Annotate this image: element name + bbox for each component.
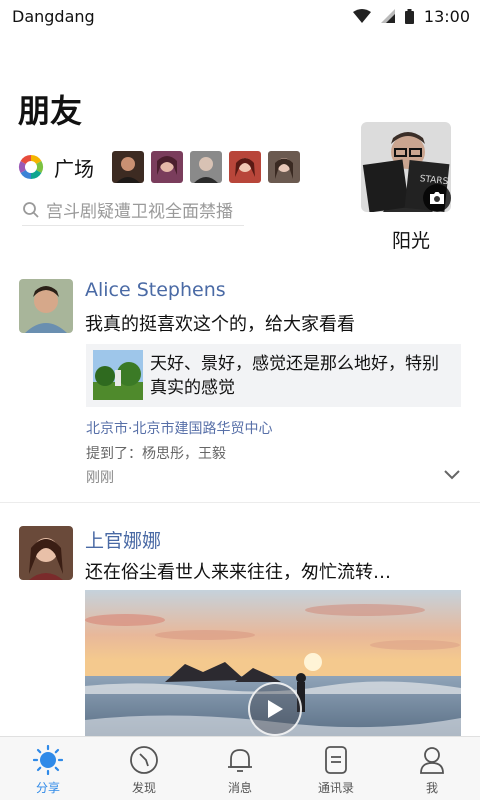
chevron-down-icon[interactable] [443, 467, 461, 481]
wifi-icon [352, 9, 371, 23]
profile-name: 阳光 [391, 230, 430, 252]
tab-me[interactable]: 我 [384, 737, 480, 800]
tab-label: 我 [425, 781, 438, 795]
tab-label: 消息 [227, 781, 252, 795]
link-card[interactable]: 天好、景好，感觉还是那么地好，特别真实的感觉 [86, 344, 461, 407]
video-thumbnail[interactable] [85, 590, 461, 736]
friend-avatar[interactable] [112, 151, 144, 183]
post-avatar[interactable] [19, 279, 73, 333]
play-icon [268, 700, 283, 718]
square-row[interactable]: 广场 [18, 150, 300, 184]
compass-icon [130, 746, 158, 774]
carrier-name: Dangdang [12, 6, 95, 26]
tab-label: 通讯录 [317, 781, 354, 795]
square-label: 广场 [54, 156, 94, 181]
friend-avatars [112, 151, 300, 183]
sun-icon [33, 745, 63, 775]
post-author[interactable]: 上官娜娜 [85, 526, 161, 553]
clock-time: 13:00 [423, 6, 470, 26]
friend-avatar[interactable] [190, 151, 222, 183]
mention-text: 提到了：杨思彤，王毅 [86, 446, 226, 462]
post-time: 刚刚 [86, 470, 114, 486]
profile-photo[interactable]: STARS [361, 122, 451, 212]
bottom-tab-bar: 分享 发现 消息 通讯录 我 [0, 736, 480, 800]
search-input[interactable]: 宫斗剧疑遭卫视全面禁播 [22, 194, 244, 226]
tab-label: 发现 [131, 781, 156, 795]
friend-avatar[interactable] [229, 151, 261, 183]
square-logo-icon [18, 155, 44, 179]
tab-label: 分享 [35, 781, 60, 795]
signal-icon [380, 9, 395, 23]
post-text: 我真的挺喜欢这个的，给大家看看 [85, 314, 355, 335]
search-placeholder: 宫斗剧疑遭卫视全面禁播 [46, 202, 233, 222]
camera-button[interactable] [423, 184, 451, 212]
page-title: 朋友 [18, 92, 83, 130]
post-text: 还在俗尘看世人来来往往，匆忙流转… [85, 562, 391, 583]
tab-share[interactable]: 分享 [0, 737, 96, 800]
friend-avatar[interactable] [268, 151, 300, 183]
bell-icon [228, 749, 252, 772]
link-thumbnail [93, 350, 143, 400]
camera-icon [430, 192, 444, 204]
friend-avatar[interactable] [151, 151, 183, 183]
post-author[interactable]: Alice Stephens [85, 279, 226, 301]
divider [0, 502, 480, 503]
tab-discover[interactable]: 发现 [96, 737, 192, 800]
post-avatar[interactable] [19, 526, 73, 580]
search-icon [23, 201, 39, 218]
location-link[interactable]: 北京市·北京市建国路华贸中心 [86, 418, 272, 438]
battery-icon [404, 8, 414, 24]
contacts-icon [325, 746, 347, 774]
tab-contacts[interactable]: 通讯录 [288, 737, 384, 800]
person-icon [420, 747, 444, 774]
status-bar: Dangdang 13:00 [0, 0, 480, 32]
link-text: 天好、景好，感觉还是那么地好，特别真实的感觉 [150, 354, 439, 398]
play-button[interactable] [248, 682, 302, 736]
status-icons: 13:00 [352, 6, 470, 26]
tab-messages[interactable]: 消息 [192, 737, 288, 800]
